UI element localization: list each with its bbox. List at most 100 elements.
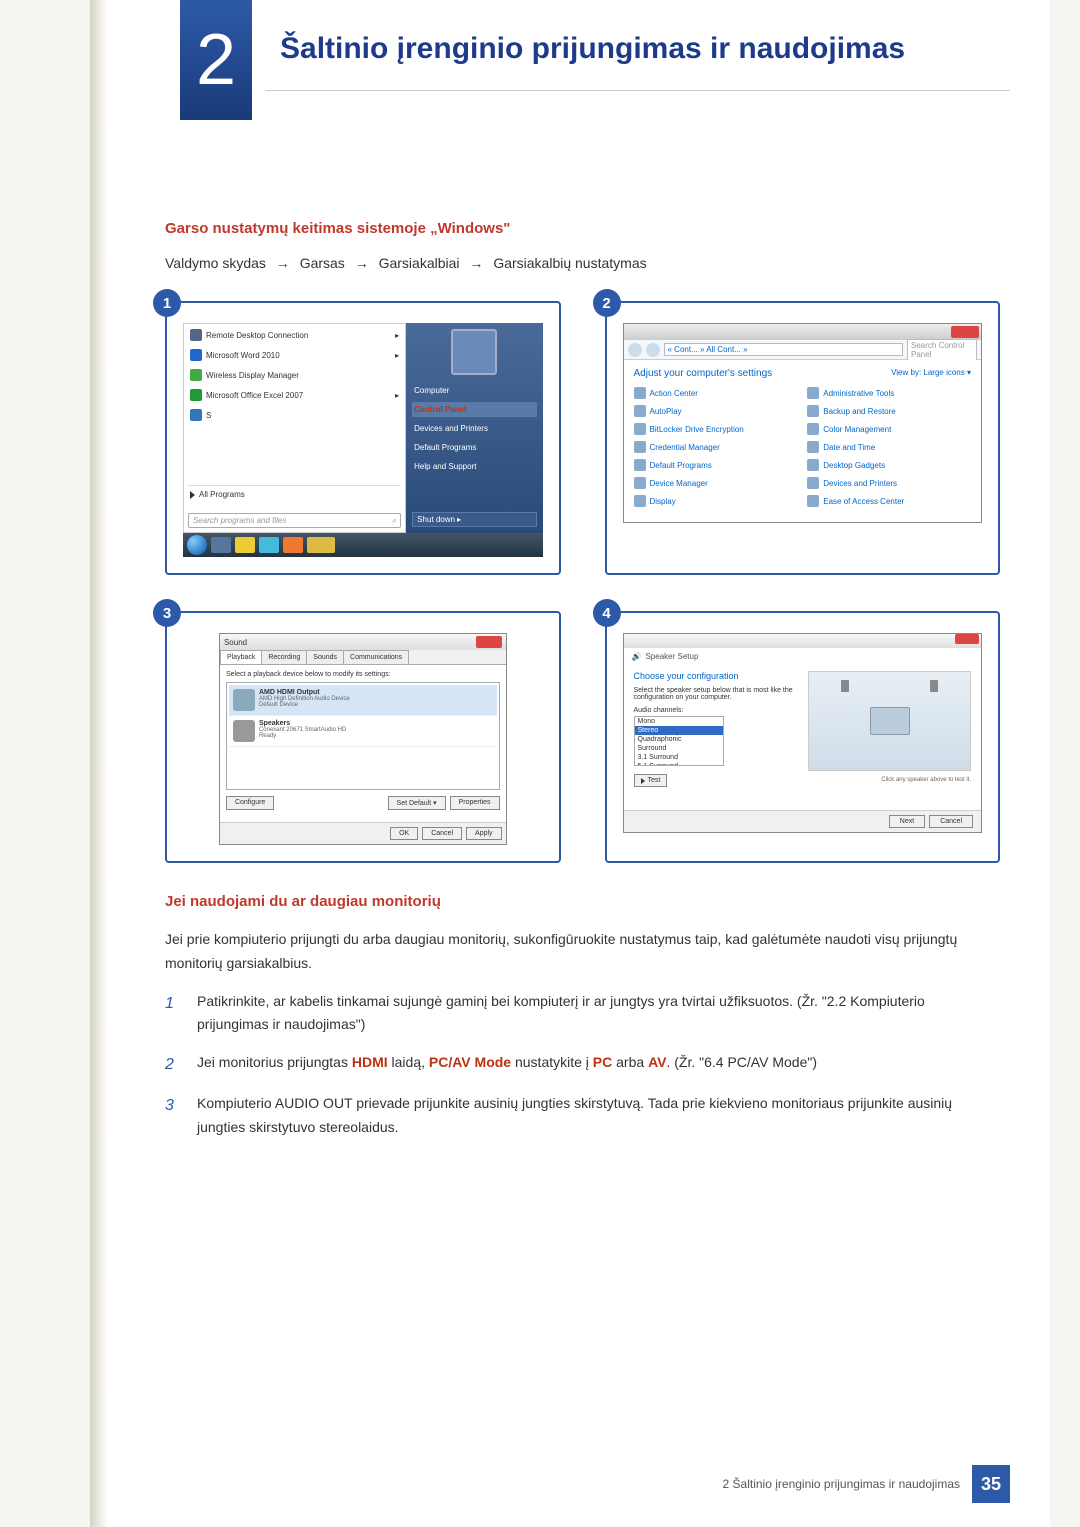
wireless-icon: [190, 369, 202, 381]
channels-listbox[interactable]: MonoStereoQuadraphonicSurround3.1 Surrou…: [634, 716, 724, 766]
channel-option[interactable]: Mono: [635, 717, 723, 726]
menu-item[interactable]: Computer: [412, 383, 536, 398]
word-icon: [190, 349, 202, 361]
all-programs[interactable]: All Programs: [188, 485, 401, 503]
tab-communications[interactable]: Communications: [343, 650, 409, 664]
navigation-path: Valdymo skydas → Garsas → Garsiakalbiai …: [165, 255, 1000, 271]
cp-item-icon: [807, 477, 819, 489]
control-panel-item[interactable]: Date and Time: [807, 441, 971, 453]
speaker-layout-preview: [808, 671, 971, 771]
arrow-icon: →: [469, 255, 483, 271]
control-panel-item[interactable]: Ease of Access Center: [807, 495, 971, 507]
taskbar-button[interactable]: [235, 537, 255, 553]
control-panel-item[interactable]: Default Programs: [634, 459, 798, 471]
control-panel-item[interactable]: BitLocker Drive Encryption: [634, 423, 798, 435]
search-input[interactable]: Search Control Panel: [907, 339, 977, 361]
tab-recording[interactable]: Recording: [261, 650, 307, 664]
set-default-button[interactable]: Set Default ▾: [388, 796, 446, 810]
test-button[interactable]: Test: [634, 774, 668, 787]
cancel-button[interactable]: Cancel: [929, 815, 973, 828]
close-icon[interactable]: [951, 326, 979, 338]
arrow-icon: →: [276, 255, 290, 271]
channel-option[interactable]: Quadraphonic: [635, 735, 723, 744]
speaker-preview-icon[interactable]: [930, 680, 938, 692]
control-panel-item[interactable]: Administrative Tools: [807, 387, 971, 399]
intro-paragraph: Jei prie kompiuterio prijungti du arba d…: [165, 928, 1000, 976]
menu-item[interactable]: Default Programs: [412, 440, 536, 455]
cp-item-icon: [634, 405, 646, 417]
channel-option[interactable]: 5.1 Surround: [635, 762, 723, 766]
properties-button[interactable]: Properties: [450, 796, 500, 810]
taskbar-button[interactable]: [283, 537, 303, 553]
close-icon[interactable]: [955, 634, 979, 644]
close-icon[interactable]: [476, 636, 502, 648]
taskbar-button[interactable]: [211, 537, 231, 553]
cp-item-icon: [807, 405, 819, 417]
device-icon: [233, 689, 255, 711]
control-panel-item[interactable]: Display: [634, 495, 798, 507]
user-avatar[interactable]: [451, 329, 497, 375]
channel-option[interactable]: Stereo: [635, 726, 723, 735]
channel-option[interactable]: 3.1 Surround: [635, 753, 723, 762]
control-panel-item[interactable]: Action Center: [634, 387, 798, 399]
arrow-icon: →: [355, 255, 369, 271]
screenshot-speaker-setup: 4 🔊 Speaker Setup Choose your configurat…: [605, 611, 1001, 863]
control-panel-item[interactable]: Devices and Printers: [807, 477, 971, 489]
step-item: 3 Kompiuterio AUDIO OUT prievade prijunk…: [165, 1092, 1000, 1140]
breadcrumb[interactable]: « Cont... » All Cont... »: [664, 343, 904, 356]
app-icon: [190, 329, 202, 341]
next-button[interactable]: Next: [889, 815, 925, 828]
menu-item-control-panel[interactable]: Control Panel: [412, 402, 536, 417]
screenshot-start-menu: 1 Remote Desktop Connection▸ Microsoft W…: [165, 301, 561, 575]
taskbar-button[interactable]: [259, 537, 279, 553]
monitor-icon: [870, 707, 910, 735]
shut-down-button[interactable]: Shut down▸: [412, 512, 536, 527]
configure-button[interactable]: Configure: [226, 796, 274, 810]
device-speakers[interactable]: Speakers Conexant 20671 SmartAudio HD Re…: [229, 716, 497, 747]
tab-playback[interactable]: Playback: [220, 650, 262, 664]
section-heading-multi-monitor: Jei naudojami du ar daugiau monitorių: [165, 893, 1000, 910]
tab-sounds[interactable]: Sounds: [306, 650, 344, 664]
taskbar: [183, 533, 543, 557]
chapter-number-badge: 2: [180, 0, 252, 120]
taskbar-button[interactable]: [307, 537, 335, 553]
start-button[interactable]: [187, 535, 207, 555]
menu-item[interactable]: Wireless Display Manager: [188, 368, 401, 382]
chevron-right-icon: [190, 491, 195, 499]
apply-button[interactable]: Apply: [466, 827, 502, 840]
control-panel-item[interactable]: Backup and Restore: [807, 405, 971, 417]
control-panel-item[interactable]: AutoPlay: [634, 405, 798, 417]
control-panel-item[interactable]: Color Management: [807, 423, 971, 435]
menu-item[interactable]: Microsoft Word 2010▸: [188, 348, 401, 362]
path-step: Garsas: [300, 255, 345, 271]
cp-item-icon: [807, 495, 819, 507]
control-panel-item[interactable]: Device Manager: [634, 477, 798, 489]
control-panel-item[interactable]: Desktop Gadgets: [807, 459, 971, 471]
cp-item-icon: [634, 459, 646, 471]
screenshot-sound-dialog: 3 Sound Playback Recording Sounds Commun…: [165, 611, 561, 863]
view-by-dropdown[interactable]: View by: Large icons ▾: [891, 368, 971, 379]
menu-item[interactable]: Remote Desktop Connection▸: [188, 328, 401, 342]
cp-item-icon: [634, 441, 646, 453]
menu-item[interactable]: Devices and Printers: [412, 421, 536, 436]
ok-button[interactable]: OK: [390, 827, 418, 840]
cancel-button[interactable]: Cancel: [422, 827, 462, 840]
step-badge: 1: [153, 289, 181, 317]
dialog-header: 🔊 Speaker Setup: [624, 648, 982, 665]
speaker-preview-icon[interactable]: [841, 680, 849, 692]
device-hdmi[interactable]: AMD HDMI Output AMD High Definition Audi…: [229, 685, 497, 716]
step-number: 2: [165, 1051, 183, 1078]
path-step: Garsiakalbiai: [379, 255, 460, 271]
screenshot-control-panel: 2 « Cont... » All Cont... » Search Contr…: [605, 301, 1001, 575]
step-text: Patikrinkite, ar kabelis tinkamai sujung…: [197, 990, 1000, 1038]
control-panel-item[interactable]: Credential Manager: [634, 441, 798, 453]
step-badge: 4: [593, 599, 621, 627]
channel-option[interactable]: Surround: [635, 744, 723, 753]
menu-item[interactable]: Help and Support: [412, 459, 536, 474]
forward-button[interactable]: [646, 343, 660, 357]
menu-item[interactable]: S: [188, 408, 401, 422]
step-text: Jei monitorius prijungtas HDMI laidą, PC…: [197, 1051, 1000, 1078]
back-button[interactable]: [628, 343, 642, 357]
menu-item[interactable]: Microsoft Office Excel 2007▸: [188, 388, 401, 402]
search-input[interactable]: Search programs and files⌕: [188, 513, 401, 528]
